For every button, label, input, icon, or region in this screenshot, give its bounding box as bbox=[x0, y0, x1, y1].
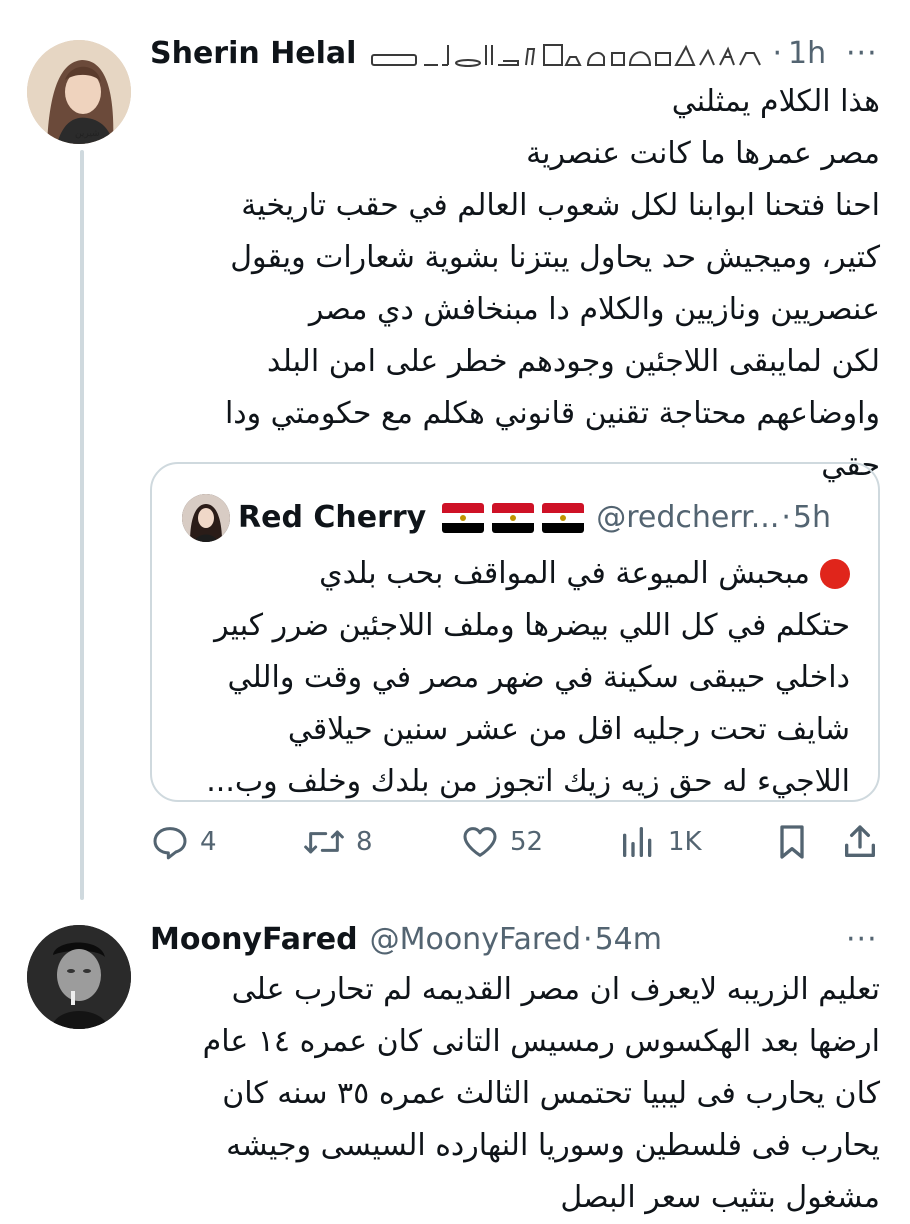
retweet-button[interactable]: 8 bbox=[302, 822, 373, 862]
quoted-tweet-header: Red Cherry @redcherr... · 5h bbox=[238, 500, 831, 535]
tweet-text-line: شايف تحت رجليه اقل من عشر سنين حيلاقي bbox=[287, 712, 850, 747]
separator-dot: · bbox=[781, 500, 791, 535]
quoted-tweet-card[interactable]: Red Cherry @redcherr... · 5h مبحبش الميو… bbox=[150, 462, 880, 802]
bookmark-icon bbox=[780, 825, 804, 859]
quoted-timestamp[interactable]: 5h bbox=[793, 500, 831, 535]
tweet-action-bar: 4 8 52 1K bbox=[150, 822, 890, 872]
tweet2-body: تعليم الزريبه لايعرف ان مصر القديمه لم ت… bbox=[140, 964, 880, 1224]
egypt-flags bbox=[434, 502, 585, 533]
like-count: 52 bbox=[510, 827, 544, 857]
author-name[interactable]: MoonyFared bbox=[150, 922, 358, 957]
views-chart-icon bbox=[623, 827, 652, 857]
quoted-author-handle[interactable]: @redcherr... bbox=[596, 500, 779, 535]
tweet1-body: هذا الكلام يمثلني مصر عمرها ما كانت عنصر… bbox=[140, 76, 880, 492]
quoted-tweet-body: مبحبش الميوعة في المواقف بحب بلدي حتكلم … bbox=[170, 548, 850, 808]
tweet2-header: MoonyFared @MoonyFared · 54m bbox=[150, 922, 662, 957]
red-circle-icon bbox=[820, 559, 850, 589]
tweet-text-line: مشغول بتثيب سعر البصل bbox=[560, 1180, 880, 1215]
egypt-flag-icon bbox=[442, 502, 485, 533]
moonyfared-avatar[interactable] bbox=[27, 925, 131, 1029]
more-options-icon[interactable]: ··· bbox=[846, 36, 878, 71]
quoted-first-line: مبحبش الميوعة في المواقف بحب بلدي bbox=[170, 548, 850, 600]
heart-icon bbox=[463, 827, 497, 857]
separator-dot: · bbox=[583, 922, 593, 957]
tweet-text-line: يحارب فى فلسطين وسوريا النهارده السيسى و… bbox=[226, 1128, 880, 1163]
tweet1-header: Sherin Helal · 1h bbox=[150, 36, 826, 71]
reply-icon bbox=[153, 827, 187, 860]
reply-button[interactable]: 4 bbox=[150, 822, 217, 862]
timestamp[interactable]: 1h bbox=[788, 36, 826, 71]
tweet-text-line: داخلي حيبقى سكينة في ضهر مصر في وقت والل… bbox=[227, 660, 850, 695]
share-button[interactable] bbox=[840, 822, 880, 862]
tweet-text-line: كتير، وميجيش حد يحاول يبتزنا بشوية شعارا… bbox=[230, 240, 880, 275]
tweet-text-line: احنا فتحنا ابوابنا لكل شعوب العالم في حق… bbox=[241, 188, 880, 223]
tweet-text-line: ارضها بعد الهكسوس رمسيس التانى كان عمره … bbox=[202, 1024, 880, 1059]
retweet-icon bbox=[304, 830, 344, 854]
separator-dot: · bbox=[772, 36, 783, 71]
quoted-author-name[interactable]: Red Cherry bbox=[238, 500, 426, 535]
share-icon bbox=[845, 825, 875, 857]
tweet-text-line: هذا الكلام يمثلني bbox=[671, 84, 880, 119]
author-name[interactable]: Sherin Helal bbox=[150, 36, 356, 71]
tweet-text-line: لكن لمايبقى اللاجئين وجودهم خطر على امن … bbox=[266, 344, 880, 379]
tweet-text-line: اللاجيء له حق زيه زيك اتجوز من بلدك وخلف… bbox=[206, 764, 850, 799]
reply-count: 4 bbox=[200, 827, 217, 857]
retweet-count: 8 bbox=[356, 827, 373, 857]
tweet-text-line: مصر عمرها ما كانت عنصرية bbox=[526, 136, 880, 171]
bookmark-button[interactable] bbox=[772, 822, 812, 862]
views-count: 1K bbox=[668, 827, 702, 857]
tweet-text-line: مبحبش الميوعة في المواقف بحب بلدي bbox=[319, 556, 810, 591]
thread-connector-line bbox=[80, 150, 84, 900]
more-options-icon[interactable]: ··· bbox=[846, 922, 878, 957]
egypt-flag-icon bbox=[492, 502, 535, 533]
tweet-text-line: عنصريين ونازيين والكلام دا مبنخافش دي مص… bbox=[308, 292, 880, 327]
tweet-text-line: حتكلم في كل اللي بيضرها وملف اللاجئين ضر… bbox=[214, 608, 850, 643]
timestamp[interactable]: 54m bbox=[595, 922, 662, 957]
tweet-text-line: تعليم الزريبه لايعرف ان مصر القديمه لم ت… bbox=[231, 972, 880, 1007]
svg-text:شيرين: شيرين bbox=[75, 129, 100, 139]
red-cherry-avatar[interactable] bbox=[182, 494, 230, 542]
like-button[interactable]: 52 bbox=[460, 822, 543, 862]
tweet-text-line: كان يحارب فى ليبيا تحتمس الثالث عمره ٣٥ … bbox=[222, 1076, 880, 1111]
hieroglyph-emoji-decoration bbox=[368, 37, 768, 71]
egypt-flag-icon bbox=[542, 502, 585, 533]
sherin-helal-avatar[interactable]: شيرين bbox=[27, 40, 131, 144]
views-button[interactable]: 1K bbox=[618, 822, 702, 862]
tweet-text-line: واوضاعهم محتاجة تقنين قانوني هكلم مع حكو… bbox=[224, 396, 880, 431]
author-handle[interactable]: @MoonyFared bbox=[370, 922, 581, 957]
